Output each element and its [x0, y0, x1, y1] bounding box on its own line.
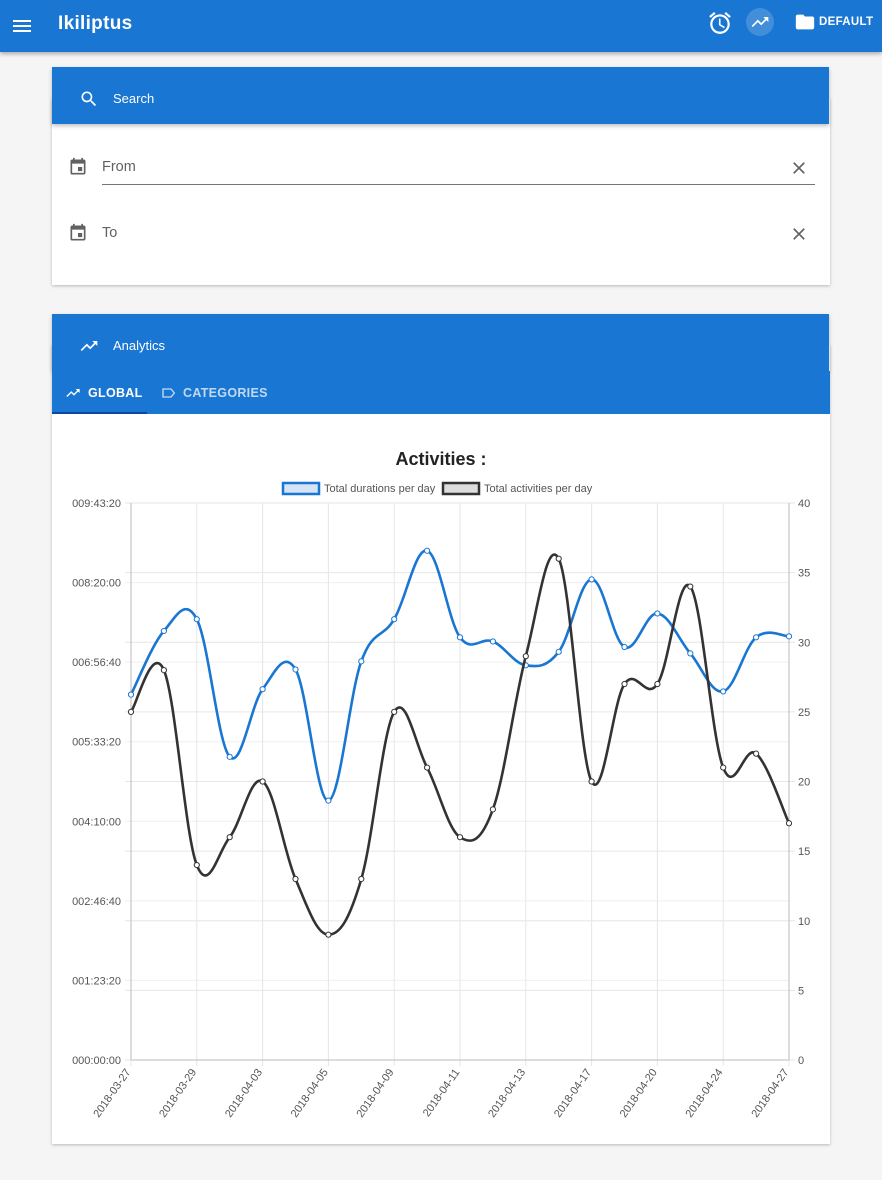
- to-label: To: [102, 225, 118, 241]
- menu-icon[interactable]: [8, 12, 36, 40]
- search-title: Search: [113, 91, 155, 106]
- search-header: Search: [52, 67, 829, 124]
- tab-categories[interactable]: CATEGORIES: [152, 371, 272, 414]
- analytics-header: Analytics: [52, 314, 829, 371]
- folder-label[interactable]: DEFAULT: [819, 16, 873, 28]
- tab-global-label: GLOBAL: [88, 386, 143, 400]
- analytics-nav-button[interactable]: [746, 8, 774, 36]
- alarm-icon[interactable]: [707, 10, 733, 36]
- tab-categories-label: CATEGORIES: [183, 386, 268, 400]
- label-icon: [162, 388, 176, 398]
- app-title: Ikiliptus: [58, 13, 133, 34]
- folder-icon[interactable]: [794, 11, 816, 33]
- search-card: [52, 98, 830, 285]
- trending-up-icon: [80, 341, 98, 351]
- active-tab-indicator: [52, 412, 147, 414]
- trending-up-icon: [751, 17, 769, 27]
- from-underline: [102, 184, 815, 185]
- analytics-tabs: GLOBAL CATEGORIES: [52, 371, 830, 414]
- calendar-icon: [70, 157, 86, 175]
- clear-from-icon[interactable]: [789, 158, 809, 178]
- analytics-title: Analytics: [113, 338, 166, 353]
- clear-to-icon[interactable]: [789, 224, 809, 244]
- trending-up-icon: [66, 389, 80, 397]
- to-field[interactable]: To: [102, 225, 815, 245]
- search-icon: [81, 91, 97, 107]
- from-field[interactable]: From: [102, 158, 815, 185]
- app-bar: Ikiliptus DEFAULT: [0, 0, 882, 52]
- calendar-icon: [70, 223, 86, 241]
- from-label: From: [102, 159, 136, 175]
- chart-title: Activities :: [395, 449, 487, 469]
- tab-global[interactable]: GLOBAL: [52, 371, 147, 414]
